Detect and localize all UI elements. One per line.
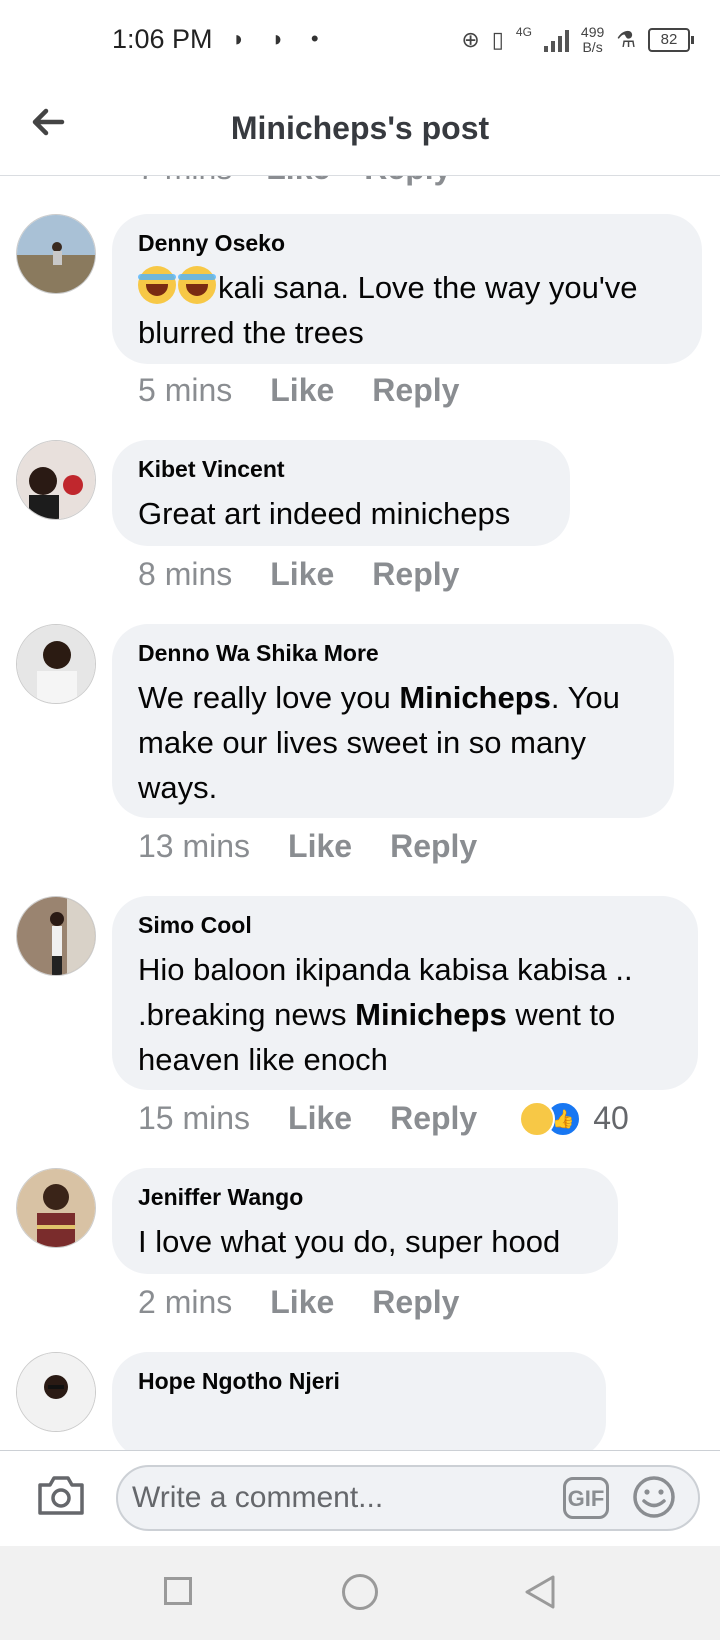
comment-meta: 8 mins Like Reply [138, 556, 460, 593]
network-speed: 499 B/s [580, 24, 605, 55]
avatar[interactable] [16, 214, 96, 294]
avatar[interactable] [16, 440, 96, 520]
like-button[interactable]: Like [270, 556, 334, 593]
app-notification-icon: ◗ [271, 26, 285, 51]
data-saver-icon: ⊕ [461, 27, 480, 52]
avatar[interactable] [16, 896, 96, 976]
reply-button[interactable]: Reply [390, 828, 477, 865]
reply-button[interactable]: Reply [372, 372, 459, 409]
haha-reaction-icon [519, 1100, 556, 1137]
system-icons: ⊕ ▯ 4G 499 B/s ⚗ 82 [461, 20, 694, 60]
comment-bubble[interactable]: Jeniffer Wango I love what you do, super… [112, 1168, 618, 1274]
comment-author[interactable]: Denno Wa Shika More [138, 640, 648, 667]
system-nav-bar [0, 1545, 720, 1640]
comments-list[interactable]: 7 minsLikeReply Denny Oseko kali sana. L… [0, 176, 720, 1450]
emoji-smile-icon[interactable] [632, 1475, 676, 1519]
network-type-label: 4G [515, 25, 532, 39]
like-button[interactable]: Like [288, 828, 352, 865]
comment-meta: 2 mins Like Reply [138, 1284, 460, 1321]
comment-meta: 13 mins Like Reply [138, 828, 478, 865]
comment-bubble[interactable]: Denno Wa Shika More We really love you M… [112, 624, 674, 818]
reply-button[interactable]: Reply [372, 556, 459, 593]
reply-button[interactable]: Reply [390, 1100, 477, 1137]
comment-author[interactable]: Jeniffer Wango [138, 1184, 592, 1211]
comment-meta: 5 mins Like Reply [138, 372, 460, 409]
avatar[interactable] [16, 624, 96, 704]
dot-icon: • [310, 26, 319, 51]
comment-text: I love what you do, super hood [138, 1224, 561, 1259]
flask-icon: ⚗ [616, 27, 636, 52]
laughing-emoji-icon [138, 266, 176, 304]
battery-icon: 82 [648, 28, 694, 52]
like-button[interactable]: Like [288, 1100, 352, 1137]
comment-author[interactable]: Hope Ngotho Njeri [138, 1368, 580, 1395]
comment-text: kali sana. Love the way you've blurred t… [138, 265, 676, 355]
reactions-summary[interactable]: 👍 40 [519, 1100, 629, 1137]
like-button[interactable]: Like [270, 1284, 334, 1321]
gif-icon[interactable]: GIF [563, 1477, 609, 1519]
recents-icon[interactable] [164, 1577, 192, 1605]
comment-meta-partial: 7 minsLikeReply [138, 176, 451, 187]
signal-icon [543, 28, 569, 52]
status-bar: 1:06 PM ◗ ◗ • ⊕ ▯ 4G 499 B/s ⚗ 82 [0, 0, 720, 80]
camera-icon[interactable] [36, 1473, 86, 1517]
notification-icons: ◗ ◗ • [232, 26, 339, 52]
comment-text: Hio baloon ikipanda kabisa kabisa .. .br… [138, 952, 633, 1077]
comment-author[interactable]: Simo Cool [138, 912, 672, 939]
avatar[interactable] [16, 1168, 96, 1248]
comment-bubble[interactable]: Kibet Vincent Great art indeed minicheps [112, 440, 570, 546]
mention-link[interactable]: Minicheps [399, 680, 551, 715]
app-notification-icon: ◗ [232, 26, 246, 51]
vibrate-icon: ▯ [491, 27, 504, 52]
status-time: 1:06 PM [112, 24, 213, 54]
mention-link[interactable]: Minicheps [355, 997, 507, 1032]
comment-bubble[interactable]: Denny Oseko kali sana. Love the way you'… [112, 214, 702, 364]
like-button[interactable]: Like [270, 372, 334, 409]
page-title: Minicheps's post [230, 110, 490, 146]
header: Minicheps's post [0, 80, 720, 176]
comment-author[interactable]: Denny Oseko [138, 230, 676, 257]
reply-button[interactable]: Reply [372, 1284, 459, 1321]
nav-back-icon[interactable] [522, 1573, 558, 1611]
comment-bubble[interactable]: Simo Cool Hio baloon ikipanda kabisa kab… [112, 896, 698, 1090]
comment-meta: 15 mins Like Reply 👍 40 [138, 1100, 629, 1137]
home-icon[interactable] [342, 1574, 378, 1610]
comment-text: Great art indeed minicheps [138, 496, 511, 531]
comment-text: We really love you Minicheps. You make o… [138, 680, 620, 805]
reaction-count: 40 [593, 1100, 629, 1136]
comment-author[interactable]: Kibet Vincent [138, 456, 544, 483]
avatar[interactable] [16, 1352, 96, 1432]
laughing-emoji-icon [178, 266, 216, 304]
comment-bubble[interactable]: Hope Ngotho Njeri [112, 1352, 606, 1450]
comment-composer: GIF [0, 1450, 720, 1546]
comment-input[interactable] [116, 1465, 700, 1531]
